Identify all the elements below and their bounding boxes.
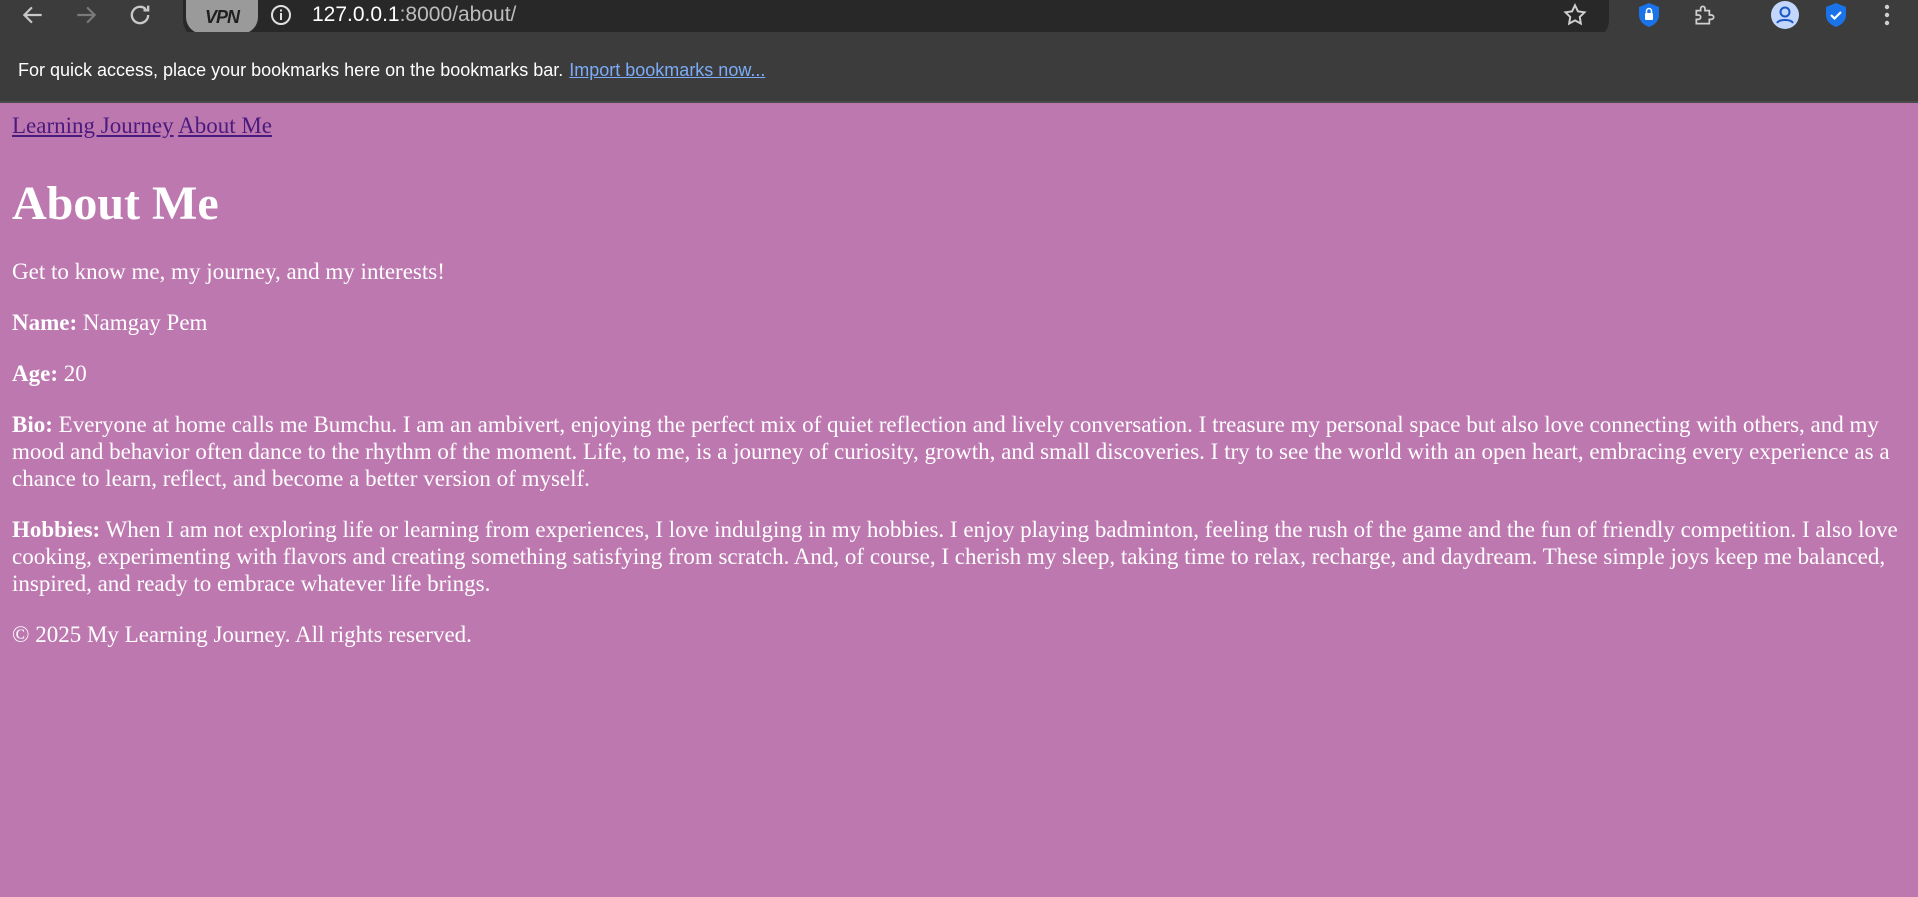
bookmarks-prompt-text: For quick access, place your bookmarks h…: [18, 60, 564, 80]
page-title: About Me: [12, 177, 219, 230]
bookmarks-prompt: For quick access, place your bookmarks h…: [18, 60, 765, 81]
star-icon[interactable]: [1560, 0, 1590, 30]
bio-value: Everyone at home calls me Bumchu. I am a…: [12, 412, 1890, 491]
profile-icon[interactable]: [1770, 0, 1800, 30]
hobbies-value: When I am not exploring life or learning…: [12, 517, 1898, 596]
forward-arrow-icon[interactable]: [68, 0, 104, 30]
url-host: 127.0.0.1: [312, 3, 400, 26]
name-value: Namgay Pem: [77, 310, 208, 335]
url-path: :8000/about/: [399, 3, 517, 26]
bio-label: Bio:: [12, 412, 53, 437]
hobbies-label: Hobbies:: [12, 517, 101, 542]
shield-check-icon[interactable]: [1821, 0, 1851, 30]
url-text[interactable]: 127.0.0.1:8000/about/: [312, 2, 516, 28]
age-value: 20: [57, 361, 87, 386]
web-page: Learning Journey About Me About Me Get t…: [0, 103, 1918, 897]
site-nav: Learning Journey About Me: [12, 113, 272, 139]
footer-text: © 2025 My Learning Journey. All rights r…: [12, 622, 472, 647]
import-bookmarks-link[interactable]: Import bookmarks now...: [569, 60, 765, 80]
hobbies-paragraph: Hobbies: When I am not exploring life or…: [12, 516, 1906, 597]
back-arrow-icon[interactable]: [15, 0, 51, 30]
info-icon[interactable]: [270, 4, 292, 26]
vpn-button[interactable]: VPN: [186, 0, 258, 34]
nav-link-learning-journey[interactable]: Learning Journey: [12, 113, 174, 138]
browser-toolbar: VPN 127.0.0.1:8000/about/: [0, 0, 1918, 40]
name-line: Name: Namgay Pem: [12, 309, 1906, 336]
vpn-label: VPN: [204, 6, 240, 27]
bio-paragraph: Bio: Everyone at home calls me Bumchu. I…: [12, 411, 1906, 492]
about-content: Get to know me, my journey, and my inter…: [12, 258, 1906, 672]
reload-icon[interactable]: [122, 0, 158, 30]
age-line: Age: 20: [12, 360, 1906, 387]
intro-text: Get to know me, my journey, and my inter…: [12, 259, 445, 284]
nav-link-about-me[interactable]: About Me: [178, 113, 272, 138]
password-manager-icon[interactable]: [1634, 0, 1664, 30]
bookmarks-bar: For quick access, place your bookmarks h…: [0, 32, 1918, 103]
name-label: Name:: [12, 310, 78, 335]
kebab-menu-icon[interactable]: [1872, 0, 1902, 30]
age-label: Age:: [12, 361, 58, 386]
puzzle-icon[interactable]: [1690, 0, 1720, 30]
